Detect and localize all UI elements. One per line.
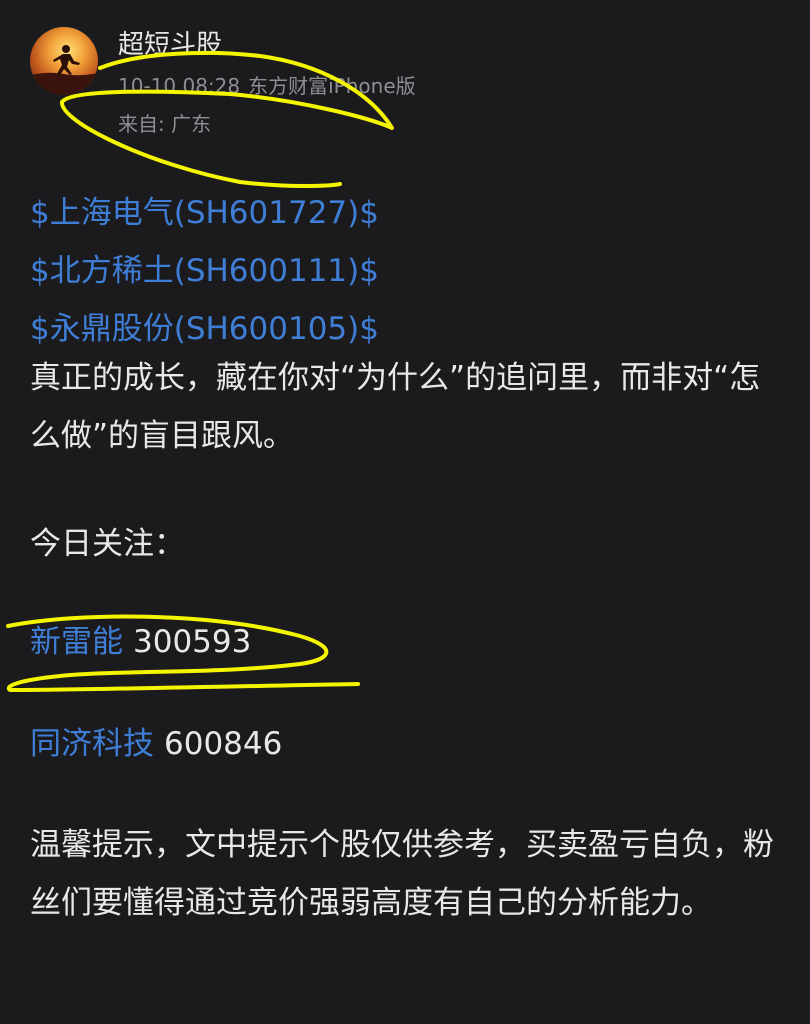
runner-silhouette-icon: [30, 45, 98, 95]
post-header: 超短斗股 10-10 08:28 东方财富iPhone版 来自: 广东: [0, 0, 810, 150]
stock-tag-link[interactable]: $北方稀土(SH600111)$: [30, 253, 379, 289]
post-date: 10-10 08:28: [118, 74, 241, 98]
focus-item: 同济科技 600846: [30, 715, 282, 773]
stock-tag-link[interactable]: $永鼎股份(SH600105)$: [30, 311, 379, 347]
post-location: 来自: 广东: [118, 112, 212, 136]
focus-stock-code: 600846: [164, 726, 283, 762]
avatar[interactable]: [30, 27, 98, 95]
author-name[interactable]: 超短斗股: [118, 28, 222, 62]
stock-tags: $上海电气(SH601727)$ $北方稀土(SH600111)$ $永鼎股份(…: [30, 184, 780, 358]
post-client: 东方财富iPhone版: [248, 74, 416, 98]
focus-stock-link[interactable]: 新雷能: [30, 624, 123, 660]
post-meta: 10-10 08:28 东方财富iPhone版: [118, 72, 424, 100]
focus-stock-link[interactable]: 同济科技: [30, 726, 154, 762]
focus-item: 新雷能 300593: [30, 613, 251, 671]
disclaimer-text: 温馨提示，文中提示个股仅供参考，买卖盈亏自负，粉丝们要懂得通过竞价强弱高度有自己…: [30, 827, 774, 921]
focus-stock-code: 300593: [133, 624, 252, 660]
stock-tag-link[interactable]: $上海电气(SH601727)$: [30, 195, 379, 231]
focus-title: 今日关注：: [30, 526, 185, 562]
post-quote: 真正的成长，藏在你对“为什么”的追问里，而非对“怎么做”的盲目跟风。: [30, 360, 761, 454]
